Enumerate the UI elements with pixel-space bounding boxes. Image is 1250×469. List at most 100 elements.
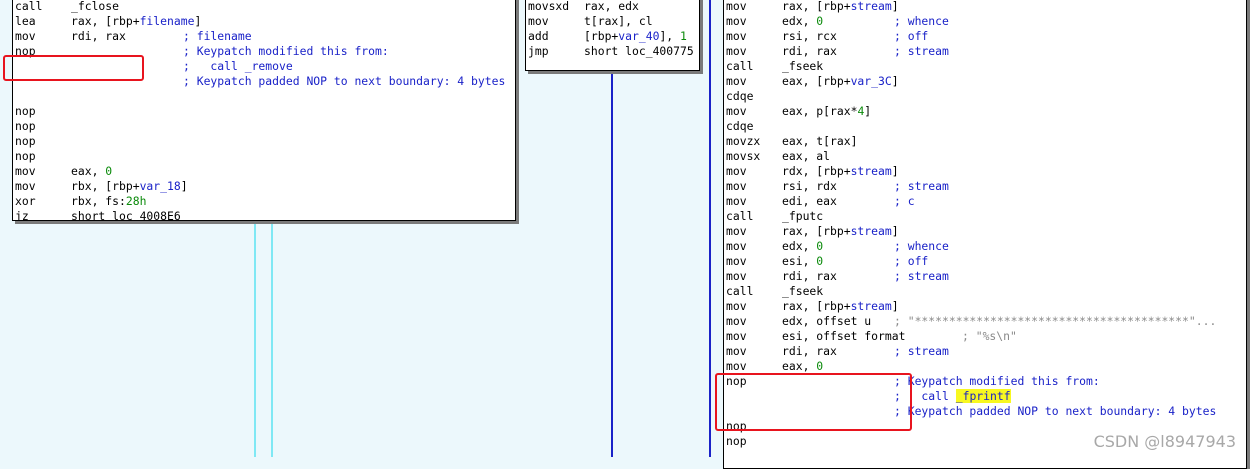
code-line[interactable]: mov rdi, rax ; stream (724, 269, 1246, 284)
mnemonic: lea (15, 14, 36, 28)
code-line[interactable]: movsx eax, al (724, 149, 1246, 164)
operand: rdx, [rbp+stream] (782, 164, 899, 179)
code-line[interactable]: mov eax, [rbp+var_3C] (724, 74, 1246, 89)
token: stream (850, 164, 892, 178)
code-line[interactable]: mov rax, [rbp+stream] (724, 224, 1246, 239)
token: esi, (782, 254, 817, 268)
mnemonic: movsx (726, 149, 761, 163)
code-line[interactable]: mov esi, offset format ; "%s\n" (724, 329, 1246, 344)
code-line[interactable]: mov edi, eax ; c (724, 194, 1246, 209)
code-line[interactable]: movsxd rax, edx (526, 0, 699, 14)
code-line[interactable]: mov edx, 0 ; whence (724, 239, 1246, 254)
token: ; "*************************************… (894, 314, 1217, 328)
mnemonic: xor (15, 194, 36, 208)
mnemonic: mov (15, 179, 36, 193)
token: edi, eax (782, 194, 837, 208)
code-line[interactable]: nop (13, 119, 515, 134)
token: short loc_4008E6 (71, 209, 181, 221)
token: eax, p[rax* (782, 104, 858, 118)
code-line[interactable]: mov eax, 0 (13, 164, 515, 179)
code-line[interactable]: mov rdi, rax ; stream (724, 344, 1246, 359)
mnemonic: mov (726, 314, 747, 328)
token: ] (194, 14, 202, 28)
code-line[interactable]: call _fclose (13, 0, 515, 14)
code-line[interactable]: mov rdi, rax ; filename (13, 29, 515, 44)
token: rax, edx (584, 0, 639, 13)
token: rbx, [rbp+ (71, 179, 140, 193)
code-line[interactable]: mov eax, p[rax*4] (724, 104, 1246, 119)
code-line[interactable]: jz short loc_4008E6 (13, 209, 515, 221)
flow-edge (709, 0, 711, 457)
token: 0 (816, 359, 824, 373)
token: ] (891, 0, 899, 13)
token: ] (180, 179, 188, 193)
token: 0 (105, 164, 113, 178)
token: filename (139, 14, 195, 28)
code-line[interactable]: mov edx, offset u ; "*********************… (724, 314, 1246, 329)
token: ; whence (894, 14, 949, 28)
token: rdi, rax (782, 344, 837, 358)
mnemonic: nop (15, 134, 36, 148)
token: 1 (680, 29, 687, 43)
operand: rbx, fs:28h (71, 194, 146, 209)
token: ; "%s\n" (962, 329, 1017, 343)
operand: eax, 0 (782, 359, 823, 374)
code-line[interactable]: jmp short loc_400775 (526, 44, 699, 59)
annotation-box (715, 373, 912, 431)
token: esi, offset format (782, 329, 906, 343)
code-line[interactable]: movzx eax, t[rax] (724, 134, 1246, 149)
code-line[interactable]: lea rax, [rbp+filename] (13, 14, 515, 29)
token: ; Keypatch padded NOP to next boundary: … (183, 74, 506, 88)
code-block-middle[interactable]: movecx, eaxmovsxdrax, edxmovt[rax], clad… (525, 0, 700, 71)
code-line[interactable]: mov rsi, rcx ; off (724, 29, 1246, 44)
code-line[interactable]: mov rax, [rbp+stream] (724, 299, 1246, 314)
code-line[interactable]: mov t[rax], cl (526, 14, 699, 29)
operand: rdi, rax (71, 29, 126, 44)
code-line[interactable]: mov esi, 0 ; off (724, 254, 1246, 269)
token: rbx, fs: (71, 194, 126, 208)
code-line[interactable]: cdqe (724, 89, 1246, 104)
code-line[interactable]: nop (13, 134, 515, 149)
comment: ; whence (894, 14, 949, 29)
code-line[interactable]: call _fseek (724, 284, 1246, 299)
code-line[interactable] (13, 89, 515, 104)
operand: _fseek (782, 284, 823, 299)
token: rdx, [rbp+ (782, 164, 851, 178)
code-line[interactable]: mov eax, 0 (724, 359, 1246, 374)
token: 0 (816, 239, 824, 253)
code-line[interactable]: cdqe (724, 119, 1246, 134)
code-line[interactable]: call _fputc (724, 209, 1246, 224)
comment: ; "*************************************… (894, 314, 1216, 329)
code-line[interactable]: xor rbx, fs:28h (13, 194, 515, 209)
comment: ; stream (894, 344, 949, 359)
token: eax, [rbp+ (782, 74, 851, 88)
code-line[interactable]: nop (13, 104, 515, 119)
code-line[interactable]: mov edx, 0 ; whence (724, 14, 1246, 29)
code-line[interactable]: mov rsi, rdx ; stream (724, 179, 1246, 194)
code-block-left[interactable]: movrdi, rax; streamcall_fcloselearax, [r… (12, 0, 516, 221)
operand: short loc_4008E6 (71, 209, 181, 221)
code-line[interactable]: mov rdx, [rbp+stream] (724, 164, 1246, 179)
token: var_3C (850, 74, 892, 88)
mnemonic: mov (726, 269, 747, 283)
token: ; Keypatch modified this from: (183, 44, 389, 58)
mnemonic: mov (726, 194, 747, 208)
token: ; stream (894, 344, 949, 358)
token: 0 (816, 254, 824, 268)
comment: ; stream (894, 44, 949, 59)
code-line[interactable]: call _fseek (724, 59, 1246, 74)
comment: ; filename (183, 29, 252, 44)
comment: ; "%s\n" (962, 329, 1017, 344)
code-line[interactable]: mov rbx, [rbp+var_18] (13, 179, 515, 194)
token: _fprintf (955, 389, 1011, 403)
operand: edx, offset u (782, 314, 871, 329)
code-line[interactable]: nop (13, 149, 515, 164)
token: short loc_400775 (584, 44, 694, 58)
code-line[interactable]: mov rdi, rax ; stream (724, 44, 1246, 59)
token: ] (891, 299, 899, 313)
token: ] (891, 164, 899, 178)
code-line[interactable]: add [rbp+var_40], 1 (526, 29, 699, 44)
code-line[interactable]: mov rax, [rbp+stream] (724, 0, 1246, 14)
token: edx, (782, 239, 817, 253)
mnemonic: jmp (528, 44, 549, 58)
